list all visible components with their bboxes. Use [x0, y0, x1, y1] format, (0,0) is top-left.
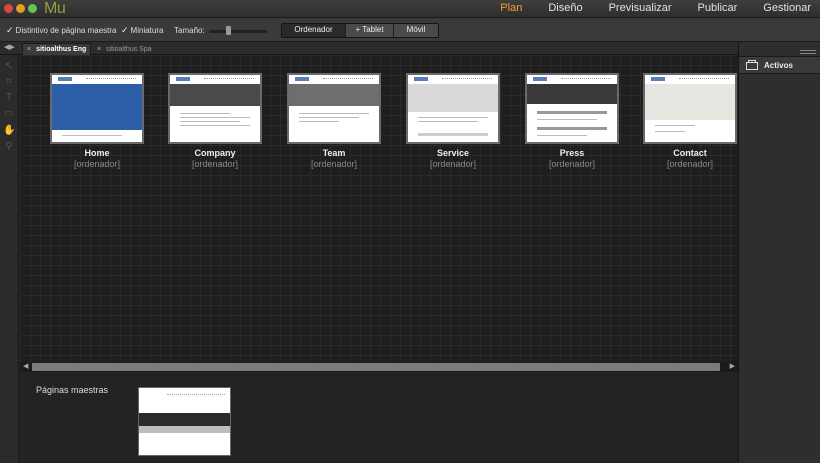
nav-preview[interactable]: Previsualizar [600, 0, 681, 18]
page-name: Service [436, 148, 470, 158]
tab-label: sitioalthus Spa [106, 45, 152, 53]
nav-plan[interactable]: Plan [491, 0, 531, 18]
rectangle-tool-icon[interactable]: ▭ [3, 108, 15, 120]
page-name: Press [559, 148, 585, 158]
master-page-thumbnail[interactable] [138, 387, 231, 456]
page-breakpoint: [ordenador] [191, 159, 239, 169]
page-breakpoint: [ordenador] [429, 159, 477, 169]
crop-tool-icon[interactable]: ⌗ [3, 76, 15, 88]
assets-panel-header[interactable]: Activos [739, 56, 820, 74]
page-thumbnail[interactable] [406, 73, 500, 144]
thumbnail-label: Miniatura [130, 26, 164, 35]
document-tabs: ◀▶ × sitioalthus Eng × sitioalthus Spa [0, 42, 738, 55]
layout-desktop-button[interactable]: Ordenador [282, 24, 346, 37]
size-label: Tamaño: [174, 26, 205, 35]
zoom-window-button[interactable] [28, 4, 37, 13]
page-breakpoint: [ordenador] [310, 159, 358, 169]
scroll-right-icon[interactable]: ▶ [730, 362, 735, 372]
close-tab-icon[interactable]: × [97, 46, 101, 53]
page-breakpoint: [ordenador] [666, 159, 714, 169]
checkmark-icon: ✓ [121, 25, 129, 35]
master-badge-checkbox[interactable]: ✓ Distintivo de página maestra [6, 25, 117, 36]
layout-mobile-button[interactable]: Móvil [394, 24, 438, 37]
selection-tool-icon[interactable]: ↖ [3, 61, 15, 73]
page-thumbnail[interactable] [168, 73, 262, 144]
close-window-button[interactable] [4, 4, 13, 13]
page-breakpoint: [ordenador] [548, 159, 596, 169]
nav-design[interactable]: Diseño [539, 0, 591, 18]
master-pages-area: Páginas maestras [20, 372, 738, 463]
page-name: Company [194, 148, 236, 158]
nav-manage[interactable]: Gestionar [754, 0, 820, 18]
hand-tool-icon[interactable]: ✋ [3, 125, 15, 137]
tool-bar: ↖ ⌗ T ▭ ✋ ⚲ [0, 55, 19, 463]
page-thumbnail[interactable] [643, 73, 737, 144]
page-thumbnail[interactable] [50, 73, 144, 144]
page-card-team[interactable]: Team [ordenador] [287, 73, 381, 169]
page-card-contact[interactable]: Contact [ordenador] [643, 73, 737, 169]
page-name: Contact [673, 148, 707, 158]
zoom-tool-icon[interactable]: ⚲ [3, 141, 15, 153]
assets-icon [746, 60, 758, 70]
page-card-service[interactable]: Service [ordenador] [406, 73, 500, 169]
page-card-home[interactable]: Home [ordenador] [50, 73, 144, 169]
options-bar: ✓ Distintivo de página maestra ✓ Miniatu… [0, 18, 820, 42]
title-bar: Mu Plan Diseño Previsualizar Publicar Ge… [0, 0, 820, 18]
panel-grip-icon[interactable] [800, 50, 816, 54]
collapse-left-icon[interactable]: ◀▶ [4, 43, 15, 51]
assets-panel: Activos [738, 42, 820, 463]
horizontal-scrollbar[interactable]: ◀ ▶ [20, 362, 738, 372]
page-card-press[interactable]: Press [ordenador] [525, 73, 619, 169]
text-tool-icon[interactable]: T [3, 92, 15, 104]
nav-publish[interactable]: Publicar [689, 0, 747, 18]
app-logo: Mu [44, 0, 66, 17]
assets-panel-title: Activos [764, 60, 793, 70]
page-card-company[interactable]: Company [ordenador] [168, 73, 262, 169]
minimize-window-button[interactable] [16, 4, 25, 13]
page-thumbnail[interactable] [287, 73, 381, 144]
workspace-nav: Plan Diseño Previsualizar Publicar Gesti… [483, 0, 820, 18]
layout-switcher: Ordenador + Tablet Móvil [281, 23, 439, 38]
tab-label: sitioalthus Eng [36, 46, 87, 53]
checkmark-icon: ✓ [6, 25, 14, 35]
tab-sitioalthus-eng[interactable]: × sitioalthus Eng [22, 43, 92, 55]
thumbnail-checkbox[interactable]: ✓ Miniatura [121, 25, 163, 36]
size-slider-thumb[interactable] [226, 26, 231, 35]
page-thumbnail[interactable] [525, 73, 619, 144]
size-slider-track[interactable] [209, 30, 267, 33]
page-breakpoint: [ordenador] [73, 159, 121, 169]
close-tab-icon[interactable]: × [27, 46, 31, 53]
page-name: Home [84, 148, 110, 158]
scrollbar-thumb[interactable] [32, 363, 720, 371]
master-badge-label: Distintivo de página maestra [15, 26, 117, 35]
page-name: Team [322, 148, 346, 158]
layout-tablet-button[interactable]: + Tablet [346, 24, 394, 37]
scroll-left-icon[interactable]: ◀ [23, 362, 28, 372]
tab-sitioalthus-spa[interactable]: × sitioalthus Spa [93, 43, 156, 55]
sitemap-canvas[interactable]: Home [ordenador] Company [ordenador] Tea… [20, 55, 738, 362]
master-pages-title: Páginas maestras [36, 385, 109, 395]
